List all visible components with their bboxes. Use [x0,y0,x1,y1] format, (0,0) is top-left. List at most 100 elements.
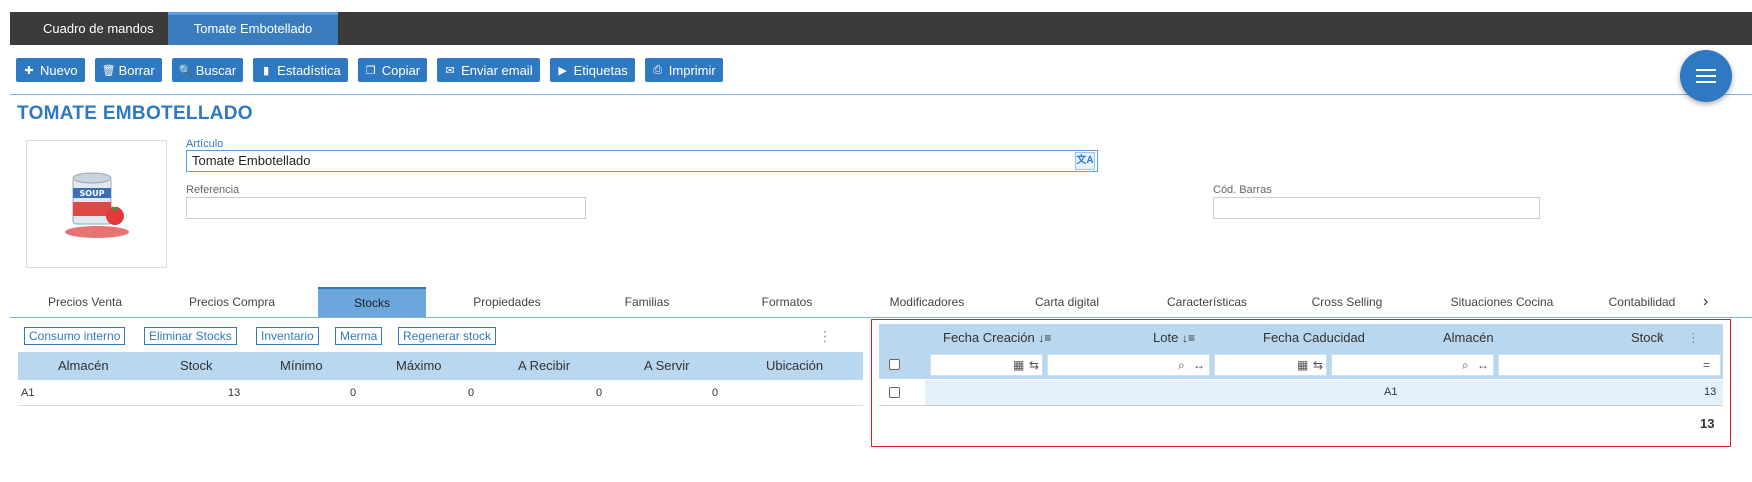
articulo-label: Artículo [186,138,224,150]
sort-desc-icon[interactable]: ↓≡ [1038,331,1051,345]
cell-stock: 13 [1704,386,1717,398]
tab-propiedades[interactable]: Propiedades [442,287,572,317]
detail-tabs: Precios Venta Precios Compra Stocks Prop… [10,287,1752,317]
print-button[interactable]: ⎙ Imprimir [644,58,723,82]
fecha-caducidad-filter[interactable]: ▦ ⇆ [1214,354,1327,376]
eliminar-stocks-button[interactable]: Eliminar Stocks [144,327,237,345]
regenerar-stock-button[interactable]: Regenerar stock [398,327,497,345]
page-title: TOMATE EMBOTELLADO [17,103,253,124]
mail-icon: ✉ [445,64,455,77]
tab-familias[interactable]: Familias [582,287,712,317]
right-table-filter-row: ▦ ⇆ ⌕ ↔ ▦ ⇆ ⌕ ↔ = [879,351,1723,379]
tab-modificadores[interactable]: Modificadores [862,287,992,317]
sort-desc-icon[interactable]: ↓≡ [1182,331,1195,345]
lote-filter[interactable]: ⌕ ↔ [1047,354,1210,376]
cod-barras-input[interactable] [1213,197,1540,219]
send-email-button[interactable]: ✉ Enviar email [437,58,540,82]
tab-precios-compra[interactable]: Precios Compra [167,287,297,317]
copy-button[interactable]: ❐ Copiar [357,58,428,82]
plus-icon: ✚ [24,64,34,77]
product-image[interactable]: SOUP [26,140,167,268]
statistics-button[interactable]: ▮ Estadística [253,58,348,82]
tab-caracteristicas[interactable]: Características [1142,287,1272,317]
col-lote[interactable]: Lote ↓≡ [1153,324,1195,352]
tab-cross-selling[interactable]: Cross Selling [1282,287,1412,317]
col-minimo[interactable]: Mínimo [280,352,323,380]
delete-button[interactable]: 🗑 Borrar [94,58,162,82]
fecha-creacion-filter[interactable]: ▦ ⇆ [930,354,1043,376]
range-icon[interactable]: ⇆ [1313,358,1323,372]
stock-filter[interactable]: = [1498,354,1721,376]
col-almacen[interactable]: Almacén [1443,324,1494,351]
select-all-checkbox[interactable] [889,359,900,370]
filter-icon[interactable]: ⩩ [1657,324,1663,351]
print-icon: ⎙ [653,63,663,76]
search-icon: 🔍 [178,64,193,77]
more-options-icon[interactable]: ⋮ [818,329,832,343]
col-a-recibir[interactable]: A Recibir [518,352,570,380]
calendar-icon[interactable]: ▦ [1013,358,1024,372]
tab-contabilidad[interactable]: Contabilidad [1592,287,1692,317]
translate-icon[interactable]: 文A [1075,152,1095,170]
trash-icon: 🗑 [101,64,116,77]
stock-total: 13 [1700,416,1715,431]
tab-tomate-embotellado[interactable]: Tomate Embotellado [168,12,338,45]
col-a-servir[interactable]: A Servir [644,352,690,380]
tab-carta-digital[interactable]: Carta digital [1002,287,1132,317]
col-maximo[interactable]: Máximo [396,352,442,380]
cell-stock: 13 [228,387,241,399]
cell-minimo: 0 [350,387,357,399]
tag-icon: ▶ [558,64,567,77]
search-icon[interactable]: ⌕ [1462,358,1469,373]
menu-fab-button[interactable] [1680,50,1732,102]
more-options-icon[interactable]: ⋮ [1687,324,1700,351]
cell-almacen: A1 [21,387,35,399]
top-tab-bar: Cuadro de mandos Tomate Embotellado [10,12,1752,45]
cod-barras-label: Cód. Barras [1213,184,1272,196]
cell-maximo: 0 [468,387,475,399]
hamburger-icon [1696,69,1716,71]
range-icon[interactable]: ⇆ [1029,358,1039,372]
tab-precios-venta[interactable]: Precios Venta [20,287,150,317]
inventario-button[interactable]: Inventario [256,327,319,345]
toolbar-divider [10,94,1752,95]
calendar-icon[interactable]: ▦ [1297,358,1308,372]
tab-situaciones-cocina[interactable]: Situaciones Cocina [1422,287,1582,317]
merma-button[interactable]: Merma [335,327,383,345]
range-arrows-icon[interactable]: ↔ [1477,358,1489,372]
cell-a-servir: 0 [712,387,719,399]
row-select-cell [879,380,925,405]
toolbar: ✚ Nuevo 🗑 Borrar 🔍 Buscar ▮ Estadística ❐ Cop… [16,58,723,82]
soup-can-icon: SOUP [64,172,129,238]
tab-dashboard[interactable]: Cuadro de mandos [23,12,174,45]
tabs-divider [10,317,1752,318]
referencia-input[interactable] [186,197,586,219]
row-divider [879,405,1723,406]
labels-button[interactable]: ▶ Etiquetas [549,58,635,82]
chart-icon: ▮ [263,64,270,77]
equals-icon[interactable]: = [1703,358,1710,372]
copy-icon: ❐ [365,64,376,77]
articulo-input[interactable]: Tomate Embotellado 文A [186,150,1098,172]
table-row[interactable]: A1 13 0 0 0 0 [18,380,863,406]
col-ubicacion[interactable]: Ubicación [766,352,823,380]
tab-formatos[interactable]: Formatos [722,287,852,317]
col-fecha-creacion[interactable]: Fecha Creación ↓≡ [943,324,1051,352]
row-checkbox[interactable] [889,387,900,398]
cell-almacen: A1 [1384,386,1398,398]
cell-a-recibir: 0 [596,387,603,399]
col-almacen[interactable]: Almacén [58,352,109,380]
chevron-right-icon[interactable]: › [1703,287,1708,317]
consumo-interno-button[interactable]: Consumo interno [24,327,126,345]
left-table-header: Almacén Stock Mínimo Máximo A Recibir A … [18,352,863,380]
table-row[interactable] [879,380,1723,405]
right-table-header: Fecha Creación ↓≡ Lote ↓≡ Fecha Caducida… [879,324,1723,351]
almacen-filter[interactable]: ⌕ ↔ [1331,354,1494,376]
range-arrows-icon[interactable]: ↔ [1193,358,1205,372]
search-button[interactable]: 🔍 Buscar [171,58,244,82]
search-icon[interactable]: ⌕ [1178,358,1185,373]
tab-stocks[interactable]: Stocks [318,287,426,317]
col-stock[interactable]: Stock [180,352,213,380]
new-button[interactable]: ✚ Nuevo [16,58,85,82]
col-fecha-caducidad[interactable]: Fecha Caducidad [1263,324,1365,351]
